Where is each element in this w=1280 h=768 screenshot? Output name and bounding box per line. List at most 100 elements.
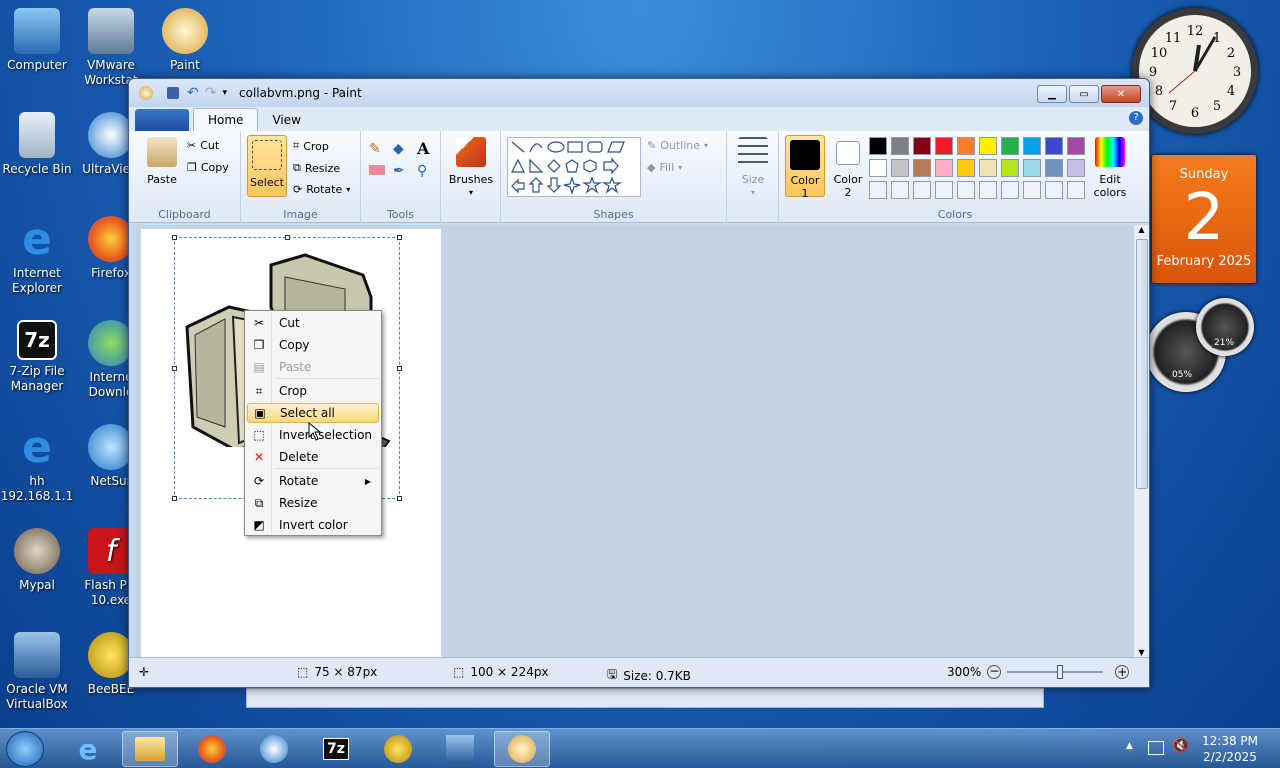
scroll-down-icon[interactable]: ▼ bbox=[1134, 648, 1149, 657]
color-swatch[interactable] bbox=[1067, 181, 1085, 199]
color-swatch[interactable] bbox=[1001, 159, 1019, 177]
color-swatch[interactable] bbox=[869, 181, 887, 199]
color-swatch[interactable] bbox=[891, 159, 909, 177]
menu-item-delete[interactable]: ✕ Delete bbox=[247, 447, 379, 467]
selection-handle[interactable] bbox=[397, 496, 402, 501]
clock-gadget[interactable]: 12 1 2 3 4 5 6 7 8 9 10 11 bbox=[1132, 8, 1258, 134]
color-swatch[interactable] bbox=[1001, 137, 1019, 155]
color-swatch[interactable] bbox=[913, 159, 931, 177]
selection-handle[interactable] bbox=[397, 366, 402, 371]
outline-button[interactable]: ✎ Outline ▾ bbox=[647, 139, 708, 152]
color-swatch[interactable] bbox=[869, 137, 887, 155]
color-swatch[interactable] bbox=[1067, 137, 1085, 155]
color-swatch[interactable] bbox=[957, 181, 975, 199]
color1-button[interactable]: Color 1 bbox=[785, 135, 825, 200]
fill-bucket-icon[interactable]: ◆ bbox=[393, 141, 404, 157]
paste-button[interactable]: Paste bbox=[139, 137, 185, 186]
color-swatch[interactable] bbox=[1023, 137, 1041, 155]
calendar-gadget[interactable]: Sunday 2 February 2025 bbox=[1152, 155, 1256, 283]
color-swatch[interactable] bbox=[1045, 159, 1063, 177]
memory-meter-gadget[interactable]: 21% bbox=[1196, 298, 1254, 356]
text-tool-icon[interactable]: A bbox=[417, 139, 429, 158]
taskbar-virtualbox[interactable] bbox=[432, 731, 488, 767]
color-swatch[interactable] bbox=[979, 181, 997, 199]
selection-handle[interactable] bbox=[172, 496, 177, 501]
desktop-icon-7zip[interactable]: 7z 7-Zip File Manager bbox=[0, 320, 74, 394]
scrollbar-thumb[interactable] bbox=[1136, 239, 1148, 489]
minimize-button[interactable]: ▁ bbox=[1037, 85, 1067, 103]
edit-colors-button[interactable]: Edit colors bbox=[1091, 137, 1129, 199]
desktop-icon-virtualbox[interactable]: Oracle VM VirtualBox bbox=[0, 632, 74, 712]
select-button[interactable]: Select bbox=[247, 135, 287, 197]
title-bar[interactable]: ↶ ↷ ▾ collabvm.png - Paint ▁ ▭ ✕ bbox=[129, 79, 1149, 107]
color-swatch[interactable] bbox=[935, 137, 953, 155]
size-button[interactable]: Size ▾ bbox=[733, 137, 773, 199]
taskbar-7zip[interactable]: 7z bbox=[308, 731, 364, 767]
zoom-in-button[interactable]: + bbox=[1115, 665, 1130, 679]
zoom-slider-thumb[interactable] bbox=[1057, 665, 1064, 679]
network-icon[interactable] bbox=[1148, 741, 1164, 755]
menu-item-cut[interactable]: ✂ Cut bbox=[247, 313, 379, 333]
color-swatch[interactable] bbox=[1045, 181, 1063, 199]
eraser-icon[interactable] bbox=[369, 165, 385, 175]
maximize-button[interactable]: ▭ bbox=[1069, 85, 1099, 103]
color-swatch[interactable] bbox=[979, 137, 997, 155]
menu-item-resize[interactable]: ⧉ Resize bbox=[247, 493, 379, 513]
quick-access-dropdown-icon[interactable]: ▾ bbox=[222, 88, 227, 98]
color-swatch[interactable] bbox=[979, 159, 997, 177]
selection-handle[interactable] bbox=[397, 235, 402, 240]
start-button[interactable] bbox=[6, 731, 44, 767]
crop-button[interactable]: ⌗ Crop bbox=[293, 139, 329, 153]
desktop-icon-recycle-bin[interactable]: Recycle Bin bbox=[0, 112, 74, 177]
zoom-slider[interactable] bbox=[1007, 665, 1104, 679]
color-swatch[interactable] bbox=[1001, 181, 1019, 199]
color-swatch[interactable] bbox=[935, 181, 953, 199]
close-button[interactable]: ✕ bbox=[1101, 85, 1141, 103]
desktop-icon-computer[interactable]: Computer bbox=[0, 8, 74, 73]
color-swatch[interactable] bbox=[1067, 159, 1085, 177]
color-swatch[interactable] bbox=[891, 181, 909, 199]
color-swatch[interactable] bbox=[935, 159, 953, 177]
desktop-icon-mypal[interactable]: Mypal bbox=[0, 528, 74, 593]
tab-view[interactable]: View bbox=[258, 109, 314, 131]
menu-item-rotate[interactable]: ⟳ Rotate ▶ bbox=[247, 471, 379, 491]
desktop-icon-hh[interactable]: e hh 192.168.1.1 bbox=[0, 424, 74, 504]
taskbar-ultraview[interactable] bbox=[246, 731, 302, 767]
taskbar-internet-explorer[interactable]: e bbox=[60, 731, 116, 767]
scroll-up-icon[interactable]: ▲ bbox=[1134, 225, 1149, 234]
color-swatch[interactable] bbox=[1023, 181, 1041, 199]
selection-handle[interactable] bbox=[172, 235, 177, 240]
magnifier-icon[interactable]: ⚲ bbox=[417, 163, 427, 179]
paint-menu-button[interactable] bbox=[135, 109, 189, 131]
taskbar-paint[interactable] bbox=[494, 731, 550, 767]
pencil-icon[interactable]: ✎ bbox=[369, 141, 381, 157]
resize-button[interactable]: ⧉ Resize bbox=[293, 161, 340, 175]
paint-app-icon[interactable] bbox=[139, 86, 153, 100]
selection-handle[interactable] bbox=[285, 235, 290, 240]
taskbar-firefox[interactable] bbox=[184, 731, 240, 767]
desktop-icon-paint[interactable]: Paint bbox=[148, 8, 222, 73]
color2-button[interactable]: Color 2 bbox=[829, 135, 867, 199]
tab-home[interactable]: Home bbox=[193, 108, 259, 131]
copy-button[interactable]: ❐ Copy bbox=[187, 161, 229, 174]
vertical-scrollbar[interactable]: ▲ ▼ bbox=[1133, 225, 1149, 657]
cut-button[interactable]: ✂ Cut bbox=[187, 139, 219, 152]
help-icon[interactable]: ? bbox=[1129, 111, 1143, 125]
volume-muted-icon[interactable]: 🔇 bbox=[1172, 738, 1189, 754]
color-swatch[interactable] bbox=[913, 137, 931, 155]
menu-item-copy[interactable]: ❐ Copy bbox=[247, 335, 379, 355]
menu-item-crop[interactable]: ⌗ Crop bbox=[247, 381, 379, 401]
brushes-button[interactable]: Brushes ▾ bbox=[447, 137, 495, 199]
menu-item-select-all[interactable]: ▣ Select all bbox=[247, 403, 379, 423]
color-swatch[interactable] bbox=[957, 137, 975, 155]
menu-item-invert-color[interactable]: ◩ Invert color bbox=[247, 515, 379, 535]
desktop-icon-vmware[interactable]: VMware Workstat bbox=[74, 8, 148, 88]
rotate-button[interactable]: ⟳ Rotate ▾ bbox=[293, 183, 350, 196]
color-picker-icon[interactable]: ✒ bbox=[393, 163, 405, 179]
selection-handle[interactable] bbox=[172, 366, 177, 371]
color-swatch[interactable] bbox=[1045, 137, 1063, 155]
save-icon[interactable] bbox=[167, 87, 179, 99]
color-swatch[interactable] bbox=[891, 137, 909, 155]
color-swatch[interactable] bbox=[957, 159, 975, 177]
fill-button[interactable]: ◆ Fill ▾ bbox=[647, 161, 682, 174]
